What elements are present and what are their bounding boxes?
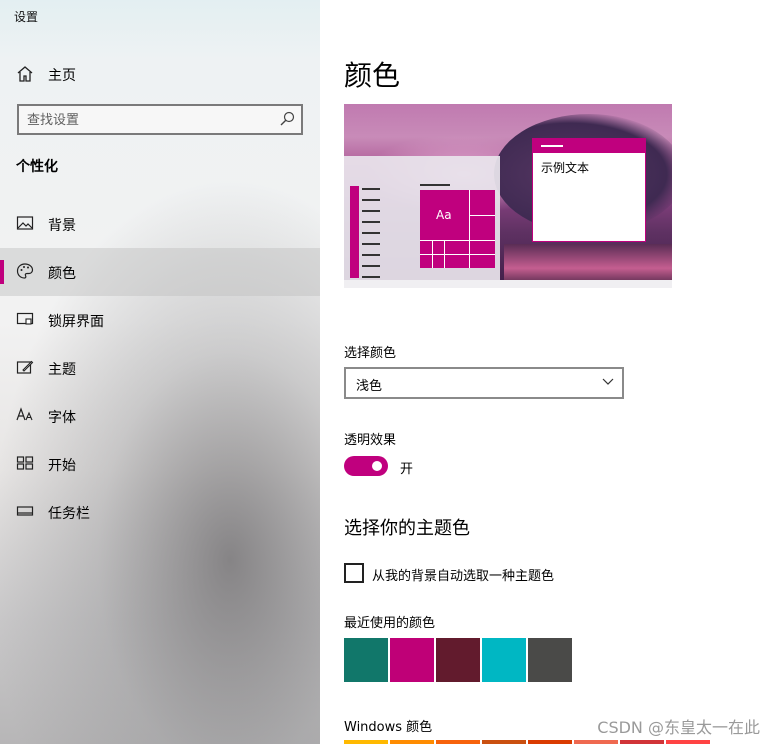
preview-title-bar — [533, 139, 645, 153]
choose-color-label: 选择颜色 — [344, 346, 397, 361]
main-content: 颜色 Aa 示例文本 选择颜色 浅色 透明效果 开 选择你的主题色 从我的背景自 — [320, 0, 774, 744]
search-icon[interactable] — [279, 111, 295, 127]
choose-color-dropdown[interactable]: 浅色 — [344, 367, 624, 399]
nav-home-label: 主页 — [48, 68, 76, 84]
preview-tiles: Aa — [420, 190, 495, 268]
window-title: 设置 — [14, 10, 39, 24]
page-title: 颜色 — [344, 59, 401, 92]
choose-color-value: 浅色 — [356, 379, 383, 394]
preview-accent-column — [350, 186, 359, 278]
start-icon — [16, 456, 34, 470]
auto-accent-label: 从我的背景自动选取一种主题色 — [372, 569, 555, 584]
color-swatch[interactable] — [482, 740, 526, 744]
sidebar-item-start[interactable]: 开始 — [0, 440, 320, 488]
color-swatch[interactable] — [528, 638, 572, 682]
windows-colors-label: Windows 颜色 — [344, 720, 433, 735]
sidebar-item-taskbar[interactable]: 任务栏 — [0, 488, 320, 536]
lockscreen-icon — [16, 312, 34, 325]
sidebar-item-label: 锁屏界面 — [48, 314, 104, 330]
color-swatch[interactable] — [482, 638, 526, 682]
preview-sample-text: 示例文本 — [541, 161, 590, 175]
transparency-state: 开 — [400, 462, 414, 477]
preview-taskbar — [344, 280, 672, 288]
color-swatch[interactable] — [344, 740, 388, 744]
sidebar-item-themes[interactable]: 主题 — [0, 344, 320, 392]
auto-accent-checkbox[interactable] — [344, 563, 364, 583]
color-swatch[interactable] — [390, 740, 434, 744]
color-preview: Aa 示例文本 — [344, 104, 672, 288]
sidebar-item-fonts[interactable]: 字体 — [0, 392, 320, 440]
color-swatch[interactable] — [436, 740, 480, 744]
home-icon — [17, 66, 33, 82]
sidebar-item-label: 字体 — [48, 410, 76, 426]
sidebar-item-colors[interactable]: 颜色 — [0, 248, 320, 296]
color-swatch[interactable] — [620, 740, 664, 744]
preview-tile-text: Aa — [436, 208, 452, 222]
sidebar-item-label: 主题 — [48, 362, 76, 378]
color-swatch[interactable] — [436, 638, 480, 682]
section-title: 个性化 — [16, 159, 58, 175]
color-swatch[interactable] — [574, 740, 618, 744]
sidebar-item-label: 任务栏 — [48, 506, 90, 522]
windows-colors — [344, 740, 710, 744]
color-swatch[interactable] — [344, 638, 388, 682]
toggle-knob — [372, 461, 382, 471]
search-box[interactable] — [17, 104, 303, 135]
sidebar: 设置 主页 个性化 背景 颜色 锁 — [0, 0, 320, 744]
transparency-toggle[interactable] — [344, 456, 388, 476]
watermark: CSDN @东皇太一在此 — [597, 718, 760, 737]
transparency-label: 透明效果 — [344, 433, 397, 448]
sidebar-item-label: 开始 — [48, 458, 76, 474]
recent-colors — [344, 638, 572, 682]
font-icon — [16, 407, 33, 421]
accent-color-title: 选择你的主题色 — [344, 518, 470, 539]
color-swatch[interactable] — [390, 638, 434, 682]
color-swatch[interactable] — [666, 740, 710, 744]
palette-icon — [16, 263, 34, 279]
preview-menu-lines — [362, 188, 380, 287]
theme-icon — [16, 360, 34, 374]
sidebar-item-lockscreen[interactable]: 锁屏界面 — [0, 296, 320, 344]
recent-colors-label: 最近使用的颜色 — [344, 616, 436, 631]
search-input[interactable] — [27, 110, 267, 130]
chevron-down-icon — [602, 378, 614, 385]
color-swatch[interactable] — [528, 740, 572, 744]
preview-sample-window: 示例文本 — [532, 138, 646, 242]
taskbar-icon — [16, 506, 34, 516]
picture-icon — [16, 216, 34, 230]
sidebar-item-label: 颜色 — [48, 266, 76, 282]
sidebar-item-background[interactable]: 背景 — [0, 200, 320, 248]
sidebar-item-label: 背景 — [48, 218, 76, 234]
preview-top-line — [420, 184, 450, 186]
nav-home[interactable]: 主页 — [0, 54, 320, 92]
